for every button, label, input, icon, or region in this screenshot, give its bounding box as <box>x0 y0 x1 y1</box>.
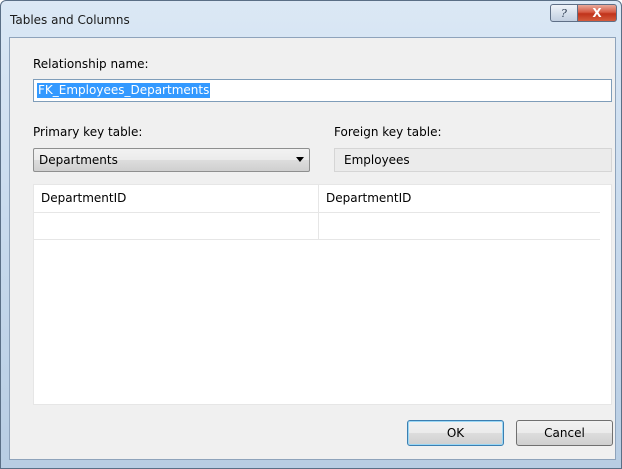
close-icon: X <box>592 6 602 20</box>
primary-column-cell[interactable] <box>34 212 319 239</box>
help-icon: ? <box>561 6 567 20</box>
cancel-button[interactable]: Cancel <box>516 420 613 446</box>
table-row: DepartmentID DepartmentID <box>34 185 600 213</box>
chevron-down-icon[interactable] <box>296 157 304 162</box>
primary-column-cell[interactable]: DepartmentID <box>34 185 319 212</box>
foreign-key-table-label: Foreign key table: <box>334 125 442 139</box>
foreign-key-table-value: Employees <box>344 153 410 167</box>
help-button[interactable]: ? <box>550 4 578 22</box>
close-button[interactable]: X <box>577 4 617 22</box>
primary-key-table-label: Primary key table: <box>33 125 143 139</box>
dialog-body: Relationship name: FK_Employees_Departme… <box>9 37 616 460</box>
title-bar: Tables and Columns ? X <box>1 1 621 37</box>
table-row <box>34 212 600 240</box>
relationship-name-label: Relationship name: <box>33 57 149 71</box>
foreign-column-cell[interactable] <box>319 212 600 239</box>
columns-grid: DepartmentID DepartmentID <box>33 184 612 405</box>
window-title: Tables and Columns <box>10 13 130 27</box>
foreign-key-table-field: Employees <box>334 148 612 172</box>
relationship-name-input[interactable]: FK_Employees_Departments <box>33 79 612 102</box>
primary-key-table-value: Departments <box>39 153 118 167</box>
primary-key-table-select[interactable]: Departments <box>33 148 310 172</box>
dialog-window: Tables and Columns ? X Relationship name… <box>0 0 622 469</box>
ok-button[interactable]: OK <box>407 420 504 446</box>
foreign-column-cell[interactable]: DepartmentID <box>319 185 600 212</box>
relationship-name-value: FK_Employees_Departments <box>37 83 211 98</box>
